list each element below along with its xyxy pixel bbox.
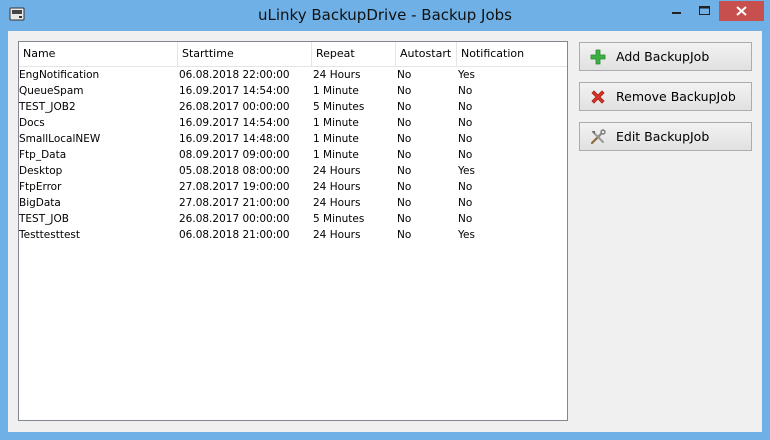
backup-jobs-window: uLinky BackupDrive - Backup Jobs Name St… — [0, 0, 770, 440]
table-row[interactable]: EngNotification 06.08.2018 22:00:00 24 Hou… — [19, 67, 567, 83]
job-name-cell: Desktop — [19, 165, 63, 177]
repeat-cell: 24 Hours — [313, 181, 361, 193]
job-name-cell: Docs — [19, 117, 45, 129]
notification-cell: No — [458, 85, 473, 97]
table-row[interactable]: Desktop 05.08.2018 08:00:00 24 Hours No Yes — [19, 163, 567, 179]
repeat-cell: 1 Minute — [313, 149, 359, 161]
autostart-cell: No — [397, 213, 412, 225]
autostart-cell: No — [397, 149, 412, 161]
window-title: uLinky BackupDrive - Backup Jobs — [258, 6, 512, 24]
table-row[interactable]: TEST_JOB 26.08.2017 00:00:00 5 Minutes No No — [19, 211, 567, 227]
table-row[interactable]: Testtesttest 06.08.2018 21:00:00 24 Hours N… — [19, 227, 567, 243]
table-row[interactable]: Docs 16.09.2017 14:54:00 1 Minute No No — [19, 115, 567, 131]
remove-backupjob-label: Remove BackupJob — [616, 89, 736, 104]
starttime-cell: 06.08.2018 22:00:00 — [179, 69, 290, 81]
column-header-repeat[interactable]: Repeat — [312, 42, 396, 66]
autostart-cell: No — [397, 133, 412, 145]
notification-cell: No — [458, 213, 473, 225]
autostart-cell: No — [397, 85, 412, 97]
repeat-cell: 5 Minutes — [313, 213, 365, 225]
close-button[interactable] — [719, 1, 764, 21]
minimize-icon — [672, 12, 681, 14]
notification-cell: No — [458, 101, 473, 113]
autostart-cell: No — [397, 69, 412, 81]
autostart-cell: No — [397, 117, 412, 129]
autostart-cell: No — [397, 229, 412, 241]
starttime-cell: 27.08.2017 19:00:00 — [179, 181, 290, 193]
notification-cell: No — [458, 133, 473, 145]
column-header-notification[interactable]: Notification — [457, 42, 567, 66]
autostart-cell: No — [397, 165, 412, 177]
repeat-cell: 1 Minute — [313, 85, 359, 97]
backup-jobs-list[interactable]: Name Starttime Repeat Autostart Notifica… — [18, 41, 568, 421]
autostart-cell: No — [397, 101, 412, 113]
repeat-cell: 24 Hours — [313, 69, 361, 81]
table-row[interactable]: BigData 27.08.2017 21:00:00 24 Hours No No — [19, 195, 567, 211]
column-header-autostart[interactable]: Autostart — [396, 42, 457, 66]
table-row[interactable]: QueueSpam 16.09.2017 14:54:00 1 Minute No No — [19, 83, 567, 99]
starttime-cell: 26.08.2017 00:00:00 — [179, 101, 290, 113]
notification-cell: No — [458, 181, 473, 193]
starttime-cell: 16.09.2017 14:48:00 — [179, 133, 290, 145]
edit-backupjob-button[interactable]: Edit BackupJob — [579, 122, 752, 151]
notification-cell: Yes — [458, 165, 475, 177]
table-row[interactable]: Ftp_Data 08.09.2017 09:00:00 1 Minute No No — [19, 147, 567, 163]
notification-cell: Yes — [458, 229, 475, 241]
starttime-cell: 16.09.2017 14:54:00 — [179, 85, 290, 97]
edit-backupjob-label: Edit BackupJob — [616, 129, 710, 144]
repeat-cell: 1 Minute — [313, 133, 359, 145]
title-bar[interactable]: uLinky BackupDrive - Backup Jobs — [0, 0, 770, 31]
job-name-cell: Ftp_Data — [19, 149, 67, 161]
job-name-cell: TEST_JOB — [19, 213, 69, 225]
remove-backupjob-button[interactable]: Remove BackupJob — [579, 82, 752, 111]
starttime-cell: 26.08.2017 00:00:00 — [179, 213, 290, 225]
job-name-cell: FtpError — [19, 181, 62, 193]
job-name-cell: EngNotification — [19, 69, 100, 81]
table-row[interactable]: TEST_JOB2 26.08.2017 00:00:00 5 Minutes No N… — [19, 99, 567, 115]
maximize-icon — [699, 6, 710, 15]
repeat-cell: 24 Hours — [313, 197, 361, 209]
close-icon — [736, 6, 747, 16]
starttime-cell: 16.09.2017 14:54:00 — [179, 117, 290, 129]
job-name-cell: SmallLocalNEW — [19, 133, 101, 145]
job-name-cell: Testtesttest — [19, 229, 81, 241]
repeat-cell: 24 Hours — [313, 229, 361, 241]
plus-icon — [590, 49, 606, 65]
client-area: Name Starttime Repeat Autostart Notifica… — [8, 31, 762, 432]
job-name-cell: QueueSpam — [19, 85, 84, 97]
starttime-cell: 06.08.2018 21:00:00 — [179, 229, 290, 241]
starttime-cell: 08.09.2017 09:00:00 — [179, 149, 290, 161]
column-header-name[interactable]: Name — [19, 42, 178, 66]
maximize-button[interactable] — [691, 1, 718, 21]
notification-cell: No — [458, 117, 473, 129]
add-backupjob-label: Add BackupJob — [616, 49, 710, 64]
notification-cell: No — [458, 197, 473, 209]
repeat-cell: 5 Minutes — [313, 101, 365, 113]
autostart-cell: No — [397, 197, 412, 209]
table-row[interactable]: SmallLocalNEW 16.09.2017 14:48:00 1 Minute… — [19, 131, 567, 147]
repeat-cell: 24 Hours — [313, 165, 361, 177]
starttime-cell: 27.08.2017 21:00:00 — [179, 197, 290, 209]
repeat-cell: 1 Minute — [313, 117, 359, 129]
add-backupjob-button[interactable]: Add BackupJob — [579, 42, 752, 71]
column-header-starttime[interactable]: Starttime — [178, 42, 312, 66]
starttime-cell: 05.08.2018 08:00:00 — [179, 165, 290, 177]
job-name-cell: BigData — [19, 197, 61, 209]
notification-cell: Yes — [458, 69, 475, 81]
tools-icon — [590, 129, 606, 145]
notification-cell: No — [458, 149, 473, 161]
job-name-cell: TEST_JOB2 — [19, 101, 76, 113]
remove-x-icon — [591, 90, 605, 104]
table-row[interactable]: FtpError 27.08.2017 19:00:00 24 Hours No No — [19, 179, 567, 195]
minimize-button[interactable] — [663, 1, 690, 21]
list-header: Name Starttime Repeat Autostart Notifica… — [19, 42, 567, 67]
autostart-cell: No — [397, 181, 412, 193]
